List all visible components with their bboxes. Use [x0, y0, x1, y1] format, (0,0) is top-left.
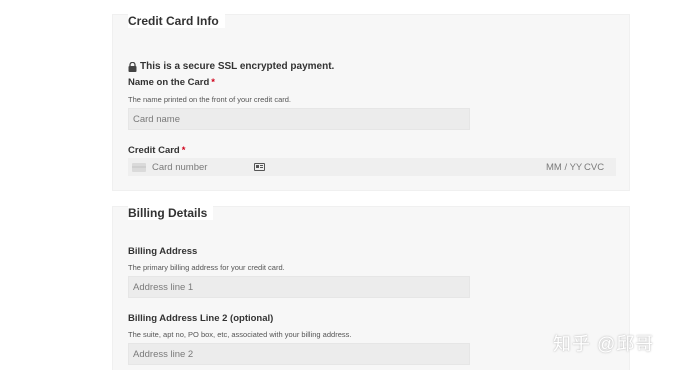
lock-icon	[128, 61, 137, 72]
name-on-card-label: Name on the Card *	[128, 77, 215, 88]
card-details-field[interactable]	[128, 158, 616, 176]
name-on-card-label-text: Name on the Card	[128, 77, 210, 88]
card-number-input[interactable]	[152, 161, 252, 173]
card-name-input[interactable]	[128, 108, 470, 130]
payment-form-page: Credit Card Info This is a secure SSL en…	[0, 0, 680, 370]
secure-payment-text: This is a secure SSL encrypted payment.	[140, 61, 335, 72]
address-line2-input[interactable]	[128, 343, 470, 365]
credit-card-icon	[132, 162, 146, 172]
credit-card-info-title: Credit Card Info	[128, 14, 225, 28]
secure-payment-note: This is a secure SSL encrypted payment.	[128, 61, 334, 72]
billing-address-line2-description: The suite, apt no, PO box, etc, associat…	[128, 330, 352, 339]
credit-card-info-panel: Credit Card Info This is a secure SSL en…	[112, 14, 630, 191]
credit-card-label-text: Credit Card	[128, 145, 180, 156]
billing-address-line2-label: Billing Address Line 2 (optional)	[128, 313, 274, 324]
billing-details-title: Billing Details	[128, 206, 214, 220]
required-marker: *	[181, 145, 186, 156]
card-cvc-input[interactable]	[584, 161, 608, 173]
card-autofill-icon[interactable]	[254, 163, 265, 171]
billing-address-description: The primary billing address for your cre…	[128, 263, 285, 272]
name-on-card-description: The name printed on the front of your cr…	[128, 95, 292, 104]
watermark: 知乎 @邱哥	[553, 334, 655, 354]
required-marker: *	[211, 77, 215, 88]
credit-card-label: Credit Card *	[128, 145, 185, 156]
billing-address-label: Billing Address	[128, 246, 198, 257]
address-line1-input[interactable]	[128, 276, 470, 298]
card-expiry-input[interactable]	[546, 161, 584, 173]
